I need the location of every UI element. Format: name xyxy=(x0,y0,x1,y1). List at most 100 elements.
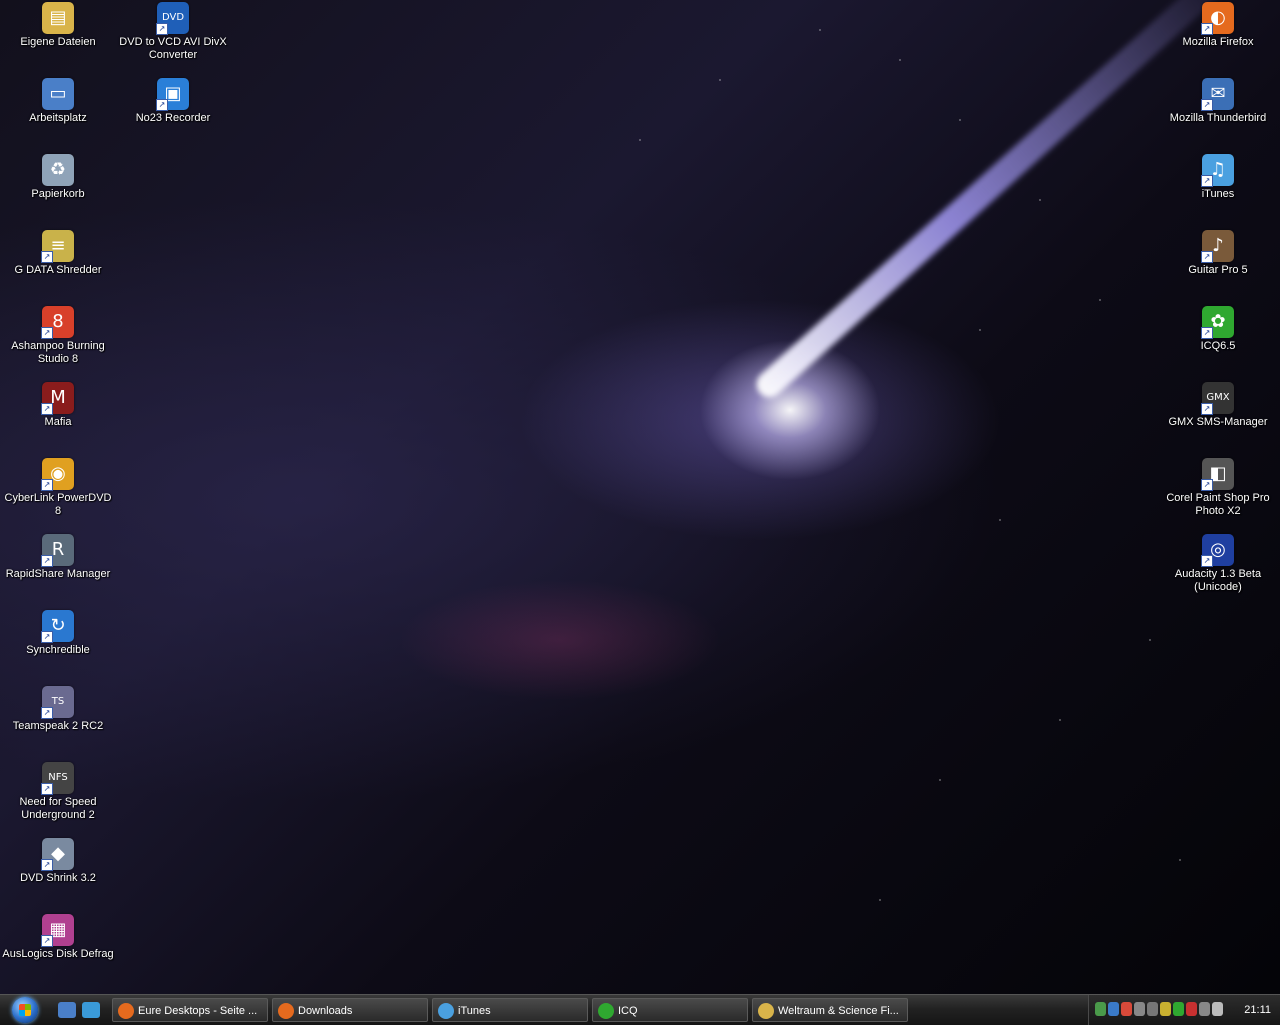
desktop-shortcut-label: RapidShare Manager xyxy=(5,568,111,580)
desktop-shortcut[interactable]: ▭ Arbeitsplatz xyxy=(0,78,116,125)
taskbar-clock[interactable]: 21:11 xyxy=(1244,995,1271,1025)
shortcut-arrow-icon: ↗ xyxy=(41,631,53,643)
desktop-shortcut[interactable]: TS ↗ Teamspeak 2 RC2 xyxy=(0,686,116,733)
taskbar-button[interactable]: iTunes xyxy=(432,998,588,1022)
itunes-icon: ♫ ↗ xyxy=(1201,154,1234,187)
shortcut-arrow-icon: ↗ xyxy=(41,935,53,947)
tray-firefox-icon[interactable] xyxy=(1121,1002,1132,1016)
burning-studio-icon: 8 ↗ xyxy=(41,306,74,339)
desktop-shortcut[interactable]: ↻ ↗ Synchredible xyxy=(0,610,116,657)
shortcut-arrow-icon: ↗ xyxy=(1201,403,1213,415)
desktop-shortcut[interactable]: ♻ Papierkorb xyxy=(0,154,116,201)
dvd-converter-icon: DVD ↗ xyxy=(156,2,189,35)
desktop-shortcut-label: Mafia xyxy=(44,416,72,428)
tray-volume-icon[interactable] xyxy=(1212,1002,1223,1016)
tray-drive-icon[interactable] xyxy=(1147,1002,1158,1016)
dvd-shrink-icon: ◆ ↗ xyxy=(41,838,74,871)
my-documents-folder-icon: ▤ xyxy=(42,2,74,34)
shredder-icon: ≡ ↗ xyxy=(41,230,74,263)
shortcut-arrow-icon: ↗ xyxy=(1201,327,1213,339)
desktop-shortcut[interactable]: ◎ ↗ Audacity 1.3 Beta (Unicode) xyxy=(1160,534,1276,594)
desktop-shortcut[interactable]: ✉ ↗ Mozilla Thunderbird xyxy=(1160,78,1276,125)
desktop-shortcut[interactable]: ♫ ↗ iTunes xyxy=(1160,154,1276,201)
desktop-shortcut[interactable]: R ↗ RapidShare Manager xyxy=(0,534,116,581)
desktop-shortcut[interactable]: ≡ ↗ G DATA Shredder xyxy=(0,230,116,277)
tray-signal-icon[interactable] xyxy=(1173,1002,1184,1016)
guitar-pro-icon: ♪ ↗ xyxy=(1201,230,1234,263)
desktop-shortcut[interactable]: M ↗ Mafia xyxy=(0,382,116,429)
taskbar-button-label: Eure Desktops - Seite ... xyxy=(138,1005,258,1017)
desktop-shortcut-label: Arbeitsplatz xyxy=(29,112,87,124)
desktop-shortcut-label: iTunes xyxy=(1201,188,1235,200)
shortcut-arrow-icon: ↗ xyxy=(1201,99,1213,111)
tray-network-icon[interactable] xyxy=(1108,1002,1119,1016)
teamspeak-icon: TS ↗ xyxy=(41,686,74,719)
gmx-sms-icon: GMX ↗ xyxy=(1201,382,1234,415)
desktop-shortcut[interactable]: NFS ↗ Need for Speed Underground 2 xyxy=(0,762,116,822)
shortcut-arrow-icon: ↗ xyxy=(1201,175,1213,187)
tray-shield-icon[interactable] xyxy=(1095,1002,1106,1016)
desktop-shortcut-label: Ashampoo Burning Studio 8 xyxy=(11,340,105,365)
paint-shop-pro-icon: ◧ ↗ xyxy=(1201,458,1234,491)
desktop-shortcut[interactable]: ▤ Eigene Dateien xyxy=(0,2,116,49)
firefox-downloads-icon xyxy=(278,1003,294,1019)
desktop-shortcut-label: Mozilla Thunderbird xyxy=(1169,112,1267,124)
desktop-shortcut[interactable]: DVD ↗ DVD to VCD AVI DivX Converter xyxy=(115,2,231,62)
my-computer-icon: ▭ xyxy=(42,78,74,110)
powerdvd-icon: ◉ ↗ xyxy=(41,458,74,491)
firefox-icon: ◐ ↗ xyxy=(1201,2,1234,35)
desktop-shortcut[interactable]: GMX ↗ GMX SMS-Manager xyxy=(1160,382,1276,429)
desktop-shortcut[interactable]: ◐ ↗ Mozilla Firefox xyxy=(1160,2,1276,49)
sync-icon: ↻ ↗ xyxy=(41,610,74,643)
desktop-shortcut[interactable]: ◆ ↗ DVD Shrink 3.2 xyxy=(0,838,116,885)
shortcut-arrow-icon: ↗ xyxy=(1201,555,1213,567)
desktop-shortcut[interactable]: ♪ ↗ Guitar Pro 5 xyxy=(1160,230,1276,277)
taskbar: Eure Desktops - Seite ... Downloads iTunes… xyxy=(0,994,1280,1025)
shortcut-arrow-icon: ↗ xyxy=(41,251,53,263)
desktop-shortcut-label: Corel Paint Shop Pro Photo X2 xyxy=(1166,492,1270,517)
desktop-shortcut-label: DVD to VCD AVI DivX Converter xyxy=(119,36,227,61)
disk-defrag-icon: ▦ ↗ xyxy=(41,914,74,947)
itunes-icon xyxy=(438,1003,454,1019)
icq-flower-icon: ✿ ↗ xyxy=(1201,306,1234,339)
wallpaper-stars xyxy=(0,0,1280,994)
tray-safely-remove-icon[interactable] xyxy=(1199,1002,1210,1016)
desktop-shortcut-label: Audacity 1.3 Beta (Unicode) xyxy=(1174,568,1262,593)
recycle-bin-icon: ♻ xyxy=(42,154,74,186)
desktop-shortcut[interactable]: ▣ ↗ No23 Recorder xyxy=(115,78,231,125)
shortcut-arrow-icon: ↗ xyxy=(41,327,53,339)
desktop-shortcut[interactable]: ◧ ↗ Corel Paint Shop Pro Photo X2 xyxy=(1160,458,1276,518)
desktop-shortcut-label: G DATA Shredder xyxy=(14,264,102,276)
start-button[interactable] xyxy=(4,995,44,1025)
firefox-quicklaunch-icon[interactable] xyxy=(82,1002,100,1018)
folder-icon xyxy=(758,1003,774,1019)
desktop-shortcut[interactable]: 8 ↗ Ashampoo Burning Studio 8 xyxy=(0,306,116,366)
desktop-shortcut[interactable]: ✿ ↗ ICQ6.5 xyxy=(1160,306,1276,353)
desktop-wallpaper[interactable]: ▤ Eigene Dateien ▭ Arbeitsplatz ♻ Papierkorb ≡… xyxy=(0,0,1280,994)
shortcut-arrow-icon: ↗ xyxy=(1201,251,1213,263)
shortcut-arrow-icon: ↗ xyxy=(41,707,53,719)
taskbar-button[interactable]: Downloads xyxy=(272,998,428,1022)
show-desktop-icon[interactable] xyxy=(58,1002,76,1018)
desktop-shortcut-label: Synchredible xyxy=(26,644,90,656)
taskbar-button[interactable]: ICQ xyxy=(592,998,748,1022)
shortcut-arrow-icon: ↗ xyxy=(156,23,168,35)
taskbar-button[interactable]: Weltraum & Science Fi... xyxy=(752,998,908,1022)
desktop-shortcut[interactable]: ◉ ↗ CyberLink PowerDVD 8 xyxy=(0,458,116,518)
desktop-shortcut-label: DVD Shrink 3.2 xyxy=(20,872,96,884)
windows-start-orb-icon xyxy=(12,997,38,1023)
audacity-icon: ◎ ↗ xyxy=(1201,534,1234,567)
tray-antivirus-icon[interactable] xyxy=(1186,1002,1197,1016)
taskbar-button[interactable]: Eure Desktops - Seite ... xyxy=(112,998,268,1022)
rapidshare-icon: R ↗ xyxy=(41,534,74,567)
desktop-shortcut-label: Guitar Pro 5 xyxy=(1188,264,1248,276)
tray-status-icon[interactable] xyxy=(1160,1002,1171,1016)
desktop-shortcut-label: Eigene Dateien xyxy=(20,36,96,48)
thunderbird-icon: ✉ ↗ xyxy=(1201,78,1234,111)
desktop-shortcut-label: Teamspeak 2 RC2 xyxy=(12,720,104,732)
tray-printer-icon[interactable] xyxy=(1134,1002,1145,1016)
desktop-shortcut-label: Papierkorb xyxy=(31,188,85,200)
desktop-shortcut[interactable]: ▦ ↗ AusLogics Disk Defrag xyxy=(0,914,116,961)
shortcut-arrow-icon: ↗ xyxy=(41,555,53,567)
desktop-shortcut-label: ICQ6.5 xyxy=(1200,340,1236,352)
